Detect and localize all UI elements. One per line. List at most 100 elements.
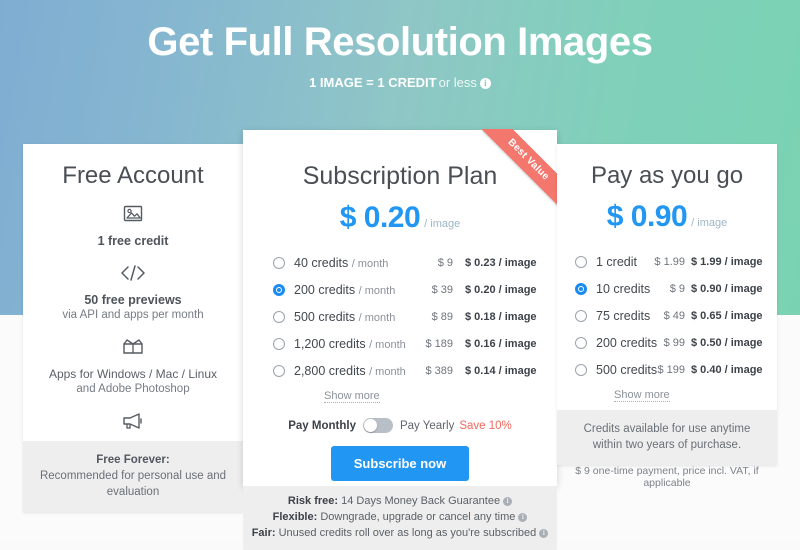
- plan-each: $ 0.23 / image: [465, 256, 537, 269]
- subscription-price: $ 0.20: [339, 201, 421, 234]
- pricing-page: Get Full Resolution Images 1 IMAGE = 1 C…: [0, 0, 800, 550]
- feature-free-previews-sub: via API and apps per month: [62, 309, 204, 321]
- plan-total: $ 389: [425, 364, 453, 377]
- switch-knob: [363, 419, 377, 432]
- feature-apps-label: Apps for Windows / Mac / Linux: [48, 367, 218, 381]
- payg-footer: Credits available for use anytime within…: [557, 410, 777, 465]
- feature-free-credit-label: 1 free credit: [97, 234, 169, 248]
- plan-name: 1 credit: [596, 254, 637, 269]
- plan-option-40[interactable]: 40 credits / month $ 9 $ 0.23 / image: [273, 249, 537, 276]
- plan-total: $ 39: [431, 283, 453, 296]
- payg-option-1[interactable]: 1 credit $ 1.99 $ 1.99 / image: [575, 248, 763, 275]
- plan-name: 500 credits / month: [294, 309, 396, 324]
- radio-icon[interactable]: [273, 337, 285, 350]
- feature-free-previews: 50 free previews via API and apps per mo…: [23, 263, 243, 323]
- plan-name: 500 credits: [596, 362, 658, 377]
- payg-show-more-wrap: Show more: [575, 383, 759, 403]
- image-icon: [23, 204, 243, 228]
- radio-icon[interactable]: [575, 336, 587, 349]
- plan-each: $ 0.65 / image: [691, 309, 763, 322]
- payg-footer-line1: Credits available for use anytime: [583, 423, 751, 435]
- plan-total: $ 9: [669, 282, 685, 295]
- info-icon[interactable]: i: [539, 529, 549, 538]
- plan-each: $ 1.99 / image: [691, 255, 763, 268]
- box-icon: [23, 337, 243, 361]
- plan-option-500[interactable]: 500 credits / month $ 89 $ 0.18 / image: [273, 303, 537, 330]
- guarantee-flexible: Flexible: Downgrade, upgrade or cancel a…: [243, 509, 557, 525]
- payg-option-75[interactable]: 75 credits $ 49 $ 0.65 / image: [575, 302, 763, 329]
- feature-apps-sub: and Adobe Photoshop: [76, 383, 190, 395]
- yearly-save-badge: Save 10%: [459, 419, 512, 432]
- plan-name: 1,200 credits / month: [294, 336, 406, 351]
- show-more-link[interactable]: Show more: [614, 389, 670, 402]
- subscribe-now-button[interactable]: Subscribe now: [331, 446, 469, 481]
- plan-name: 40 credits / month: [294, 255, 389, 270]
- payg-price: $ 0.90: [606, 200, 688, 233]
- plan-total: $ 99: [663, 336, 685, 349]
- radio-icon[interactable]: [273, 310, 285, 323]
- guarantee-text: Unused credits roll over as long as you'…: [278, 527, 537, 539]
- payg-footer-line2: within two years of purchase.: [592, 439, 742, 451]
- subscription-price-unit: / image: [424, 218, 461, 230]
- hero-subtitle-light: or less: [438, 75, 477, 90]
- plan-total: $ 49: [663, 309, 685, 322]
- radio-icon[interactable]: [575, 363, 587, 376]
- payg-option-500[interactable]: 500 credits $ 199 $ 0.40 / image: [575, 356, 763, 383]
- megaphone-icon: [23, 411, 243, 435]
- radio-icon-selected[interactable]: [273, 283, 285, 296]
- subscription-plan-card: Best Value Subscription Plan $ 0.20/ ima…: [243, 129, 558, 503]
- free-account-card: Free Account 1 free credit 50 free previ…: [23, 144, 243, 512]
- subscription-plan-list: 40 credits / month $ 9 $ 0.23 / image 20…: [243, 249, 557, 404]
- plan-total: $ 199: [657, 363, 685, 376]
- guarantees-panel: Risk free: 14 Days Money Back Guarantee i…: [243, 486, 557, 550]
- feature-free-credit: 1 free credit: [23, 204, 243, 249]
- free-forever-label: Free Forever:: [96, 454, 170, 466]
- plan-option-1200[interactable]: 1,200 credits / month $ 189 $ 0.16 / ima…: [273, 330, 537, 357]
- plan-name: 2,800 credits / month: [294, 363, 406, 378]
- plan-total: $ 1.99: [654, 255, 685, 268]
- payg-option-200[interactable]: 200 credits $ 99 $ 0.50 / image: [575, 329, 763, 356]
- plan-each: $ 0.18 / image: [465, 310, 537, 323]
- billing-period-toggle[interactable]: Pay Monthly Pay Yearly Save 10%: [243, 418, 557, 433]
- info-icon[interactable]: i: [479, 78, 491, 89]
- radio-icon[interactable]: [273, 364, 285, 377]
- payg-option-10[interactable]: 10 credits $ 9 $ 0.90 / image: [575, 275, 763, 302]
- show-more-link[interactable]: Show more: [324, 390, 380, 403]
- plan-each: $ 0.20 / image: [465, 283, 537, 296]
- pay-monthly-label: Pay Monthly: [288, 419, 356, 432]
- plan-name: 75 credits: [596, 308, 651, 323]
- plan-option-2800[interactable]: 2,800 credits / month $ 389 $ 0.14 / ima…: [273, 357, 537, 384]
- feature-apps: Apps for Windows / Mac / Linux and Adobe…: [23, 337, 243, 397]
- hero-subtitle: 1 IMAGE = 1 CREDIT or less i: [0, 74, 800, 92]
- pay-yearly-label: Pay Yearly: [399, 419, 455, 432]
- payg-title: Pay as you go: [590, 162, 744, 189]
- hero-subtitle-bold: 1 IMAGE = 1 CREDIT: [309, 75, 437, 90]
- free-forever-text: Recommended for personal use and evaluat…: [39, 470, 227, 498]
- plan-each: $ 0.50 / image: [691, 336, 763, 349]
- plan-total: $ 89: [431, 310, 453, 323]
- plan-name: 10 credits: [596, 281, 651, 296]
- plan-total: $ 9: [437, 256, 453, 269]
- subscription-plan-title: Subscription Plan: [302, 162, 498, 190]
- billing-switch[interactable]: [362, 418, 393, 433]
- payg-price-unit: / image: [691, 217, 728, 229]
- plan-name: 200 credits: [596, 335, 658, 350]
- info-icon[interactable]: i: [518, 513, 528, 522]
- payg-price-row: $ 0.90/ image: [557, 200, 777, 234]
- plan-total: $ 189: [425, 337, 453, 350]
- radio-icon[interactable]: [575, 309, 587, 322]
- radio-icon[interactable]: [575, 255, 587, 268]
- guarantee-label: Fair:: [251, 527, 276, 539]
- guarantee-label: Flexible:: [272, 511, 318, 523]
- payg-fineprint: $ 9 one-time payment, price incl. VAT, i…: [575, 465, 759, 489]
- code-icon: [23, 263, 243, 287]
- free-account-title: Free Account: [62, 162, 204, 189]
- plan-name: 200 credits / month: [294, 282, 396, 297]
- radio-icon[interactable]: [273, 256, 285, 269]
- radio-icon-selected[interactable]: [575, 282, 587, 295]
- info-icon[interactable]: i: [503, 497, 513, 506]
- guarantee-risk-free: Risk free: 14 Days Money Back Guarantee i: [243, 493, 557, 509]
- plan-each: $ 0.14 / image: [465, 364, 537, 377]
- plan-each: $ 0.40 / image: [691, 363, 763, 376]
- plan-option-200[interactable]: 200 credits / month $ 39 $ 0.20 / image: [273, 276, 537, 303]
